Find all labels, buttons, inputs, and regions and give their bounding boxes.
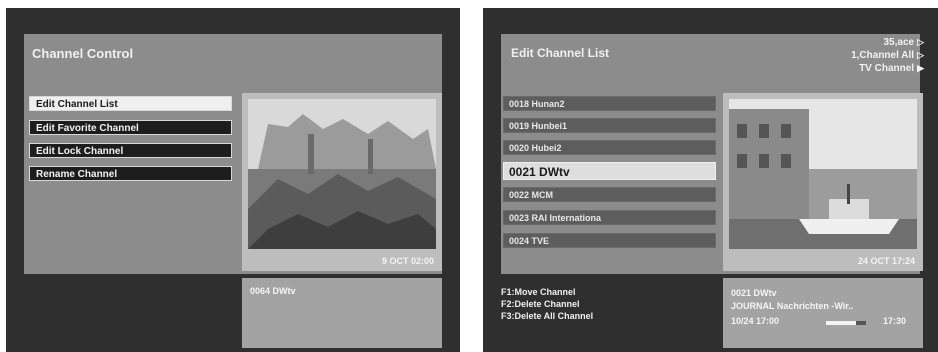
program-progress-fill [826, 321, 856, 325]
header-status-line: TV Channel ▶ [851, 62, 924, 75]
fkey-delete-channel: F2:Delete Channel [501, 299, 580, 309]
info-program: JOURNAL Nachrichten -Wir.. [731, 301, 854, 311]
preview-frame: 9 OCT 02:00 [242, 93, 442, 271]
header-status-line: 1,Channel All ▷ [851, 49, 924, 62]
info-start-time: 10/24 17:00 [731, 316, 780, 326]
preview-frame: 24 OCT 17:24 [723, 93, 923, 271]
flag-icon: ▷ [917, 50, 924, 60]
channel-type: TV Channel [859, 63, 915, 74]
play-icon: ▶ [917, 63, 924, 73]
channel-group: 1,Channel All [851, 50, 915, 61]
channel-info-box: 0021 DWtv JOURNAL Nachrichten -Wir.. 10/… [723, 278, 923, 348]
header-status: 35,ace ▷ 1,Channel All ▷ TV Channel ▶ [851, 36, 924, 75]
fkey-move-channel: F1:Move Channel [501, 287, 576, 297]
channel-info-box: 0064 DWtv [242, 278, 442, 348]
menu-item-edit-channel-list[interactable]: Edit Channel List [29, 96, 232, 111]
info-channel: 0021 DWtv [731, 288, 777, 298]
menu-item-rename-channel[interactable]: Rename Channel [29, 166, 232, 181]
edit-channel-list-screen: Edit Channel List 35,ace ▷ 1,Channel All ▷… [483, 8, 938, 352]
menu-item-edit-favorite-channel[interactable]: Edit Favorite Channel [29, 120, 232, 135]
channel-list-item-selected[interactable]: 0021 DWtv [503, 162, 716, 180]
preview-time: 24 OCT 17:24 [857, 256, 915, 266]
channel-list-item[interactable]: 0019 Hunbei1 [503, 118, 716, 133]
channel-list-item[interactable]: 0022 MCM [503, 187, 716, 202]
flag-icon: ▷ [917, 37, 924, 47]
info-channel: 0064 DWtv [250, 286, 296, 296]
header-status-line: 35,ace ▷ [851, 36, 924, 49]
program-progress-bar [826, 321, 866, 325]
preview-image [248, 99, 436, 249]
channel-list-item[interactable]: 0020 Hubei2 [503, 140, 716, 155]
page-title: Edit Channel List [511, 46, 610, 60]
channel-list-item[interactable]: 0024 TVE [503, 233, 716, 248]
menu-item-edit-lock-channel[interactable]: Edit Lock Channel [29, 143, 232, 158]
channel-list-item[interactable]: 0023 RAI Internationa [503, 210, 716, 225]
channel-control-screen: Channel Control Edit Channel List Edit F… [6, 8, 460, 352]
preview-image [729, 99, 917, 249]
satellite-name: 35,ace [883, 37, 915, 48]
preview-time: 9 OCT 02:00 [381, 256, 434, 266]
info-end-time: 17:30 [883, 316, 907, 326]
page-title: Channel Control [32, 46, 134, 61]
channel-list-item[interactable]: 0018 Hunan2 [503, 96, 716, 111]
function-key-help: F1:Move Channel F2:Delete Channel F3:Del… [501, 286, 593, 322]
fkey-delete-all-channel: F3:Delete All Channel [501, 311, 594, 321]
